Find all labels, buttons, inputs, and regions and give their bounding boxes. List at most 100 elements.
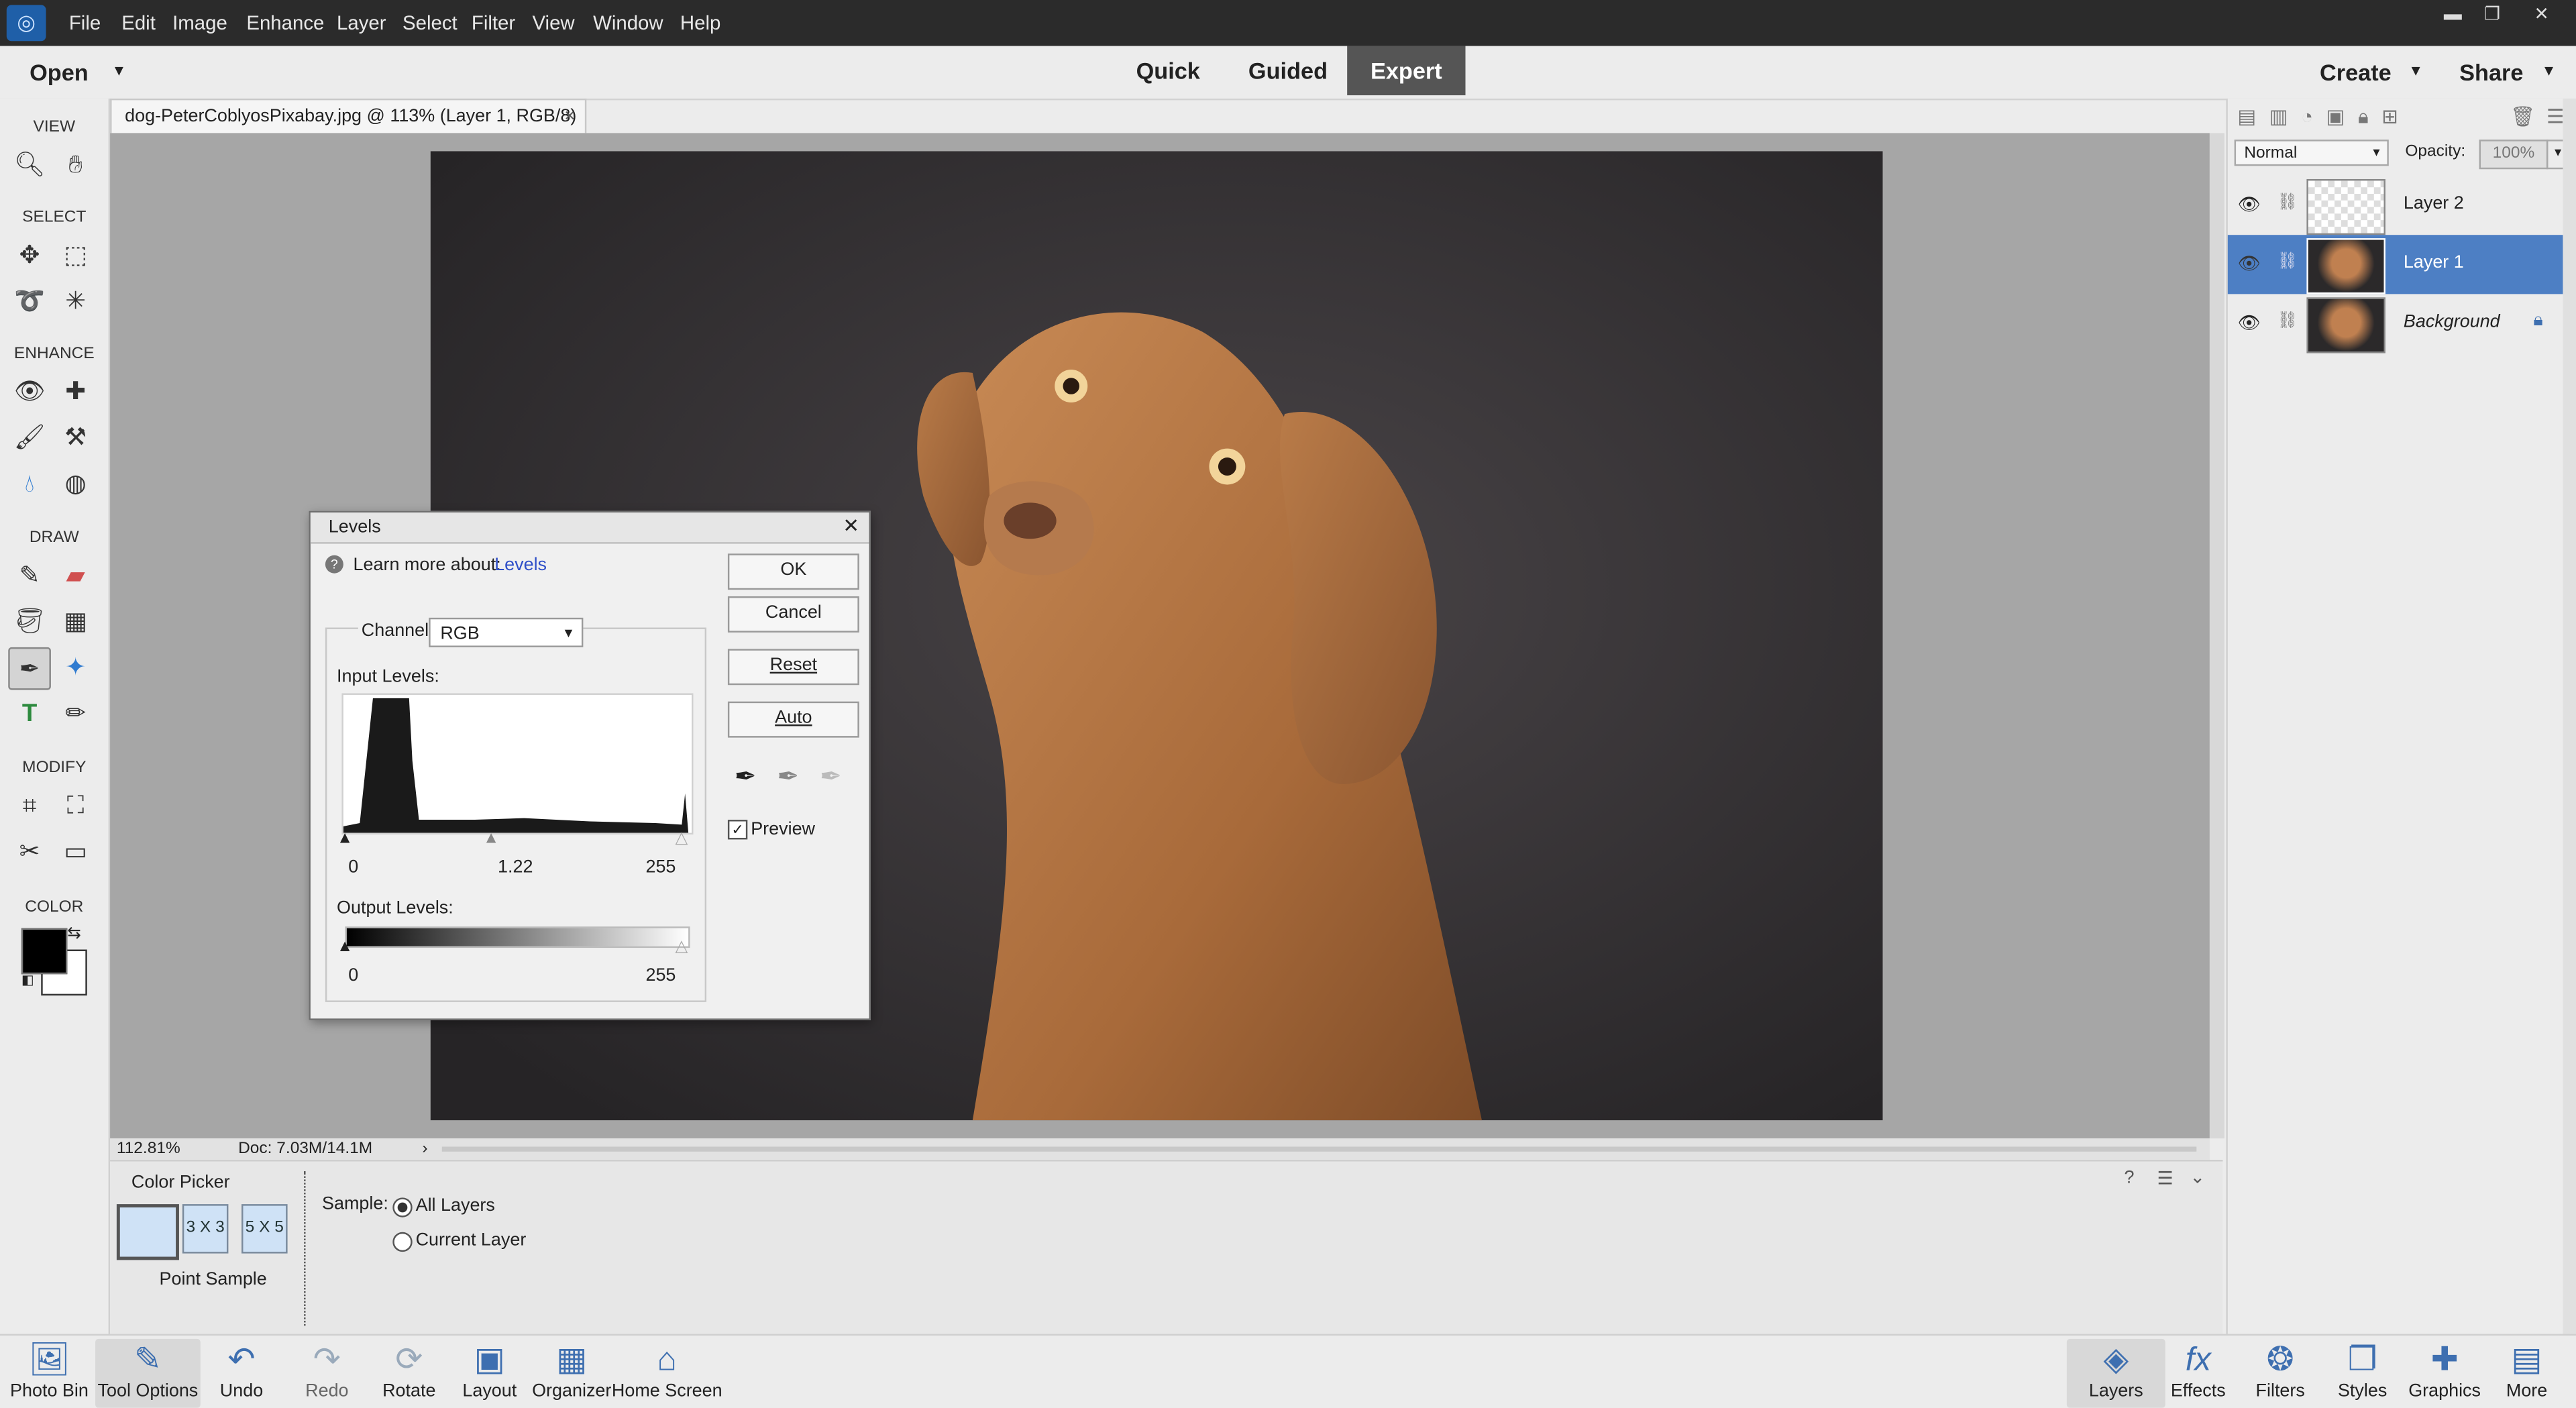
- link-icon[interactable]: ⛓︎: [2277, 194, 2298, 212]
- horizontal-scrollbar[interactable]: [441, 1146, 2197, 1152]
- chevron-down-icon[interactable]: ▼: [2542, 62, 2557, 78]
- layer-row-layer-2[interactable]: 👁︎ ⛓︎ Layer 2: [2228, 176, 2565, 235]
- brush-tool-icon[interactable]: ✎: [10, 555, 50, 595]
- auto-button[interactable]: Auto: [727, 701, 859, 738]
- crop-tool-icon[interactable]: ⌗: [10, 786, 50, 825]
- sponge-tool-icon[interactable]: ◍: [56, 464, 95, 503]
- panel-menu-icon[interactable]: ☰: [2546, 105, 2564, 128]
- output-black-value[interactable]: 0: [348, 966, 358, 985]
- menu-edit[interactable]: Edit: [121, 11, 156, 34]
- red-eye-tool-icon[interactable]: 👁︎: [10, 371, 50, 411]
- lasso-tool-icon[interactable]: ➰: [10, 281, 50, 321]
- gray-eyedropper-icon[interactable]: ✒: [777, 761, 799, 794]
- ok-button[interactable]: OK: [727, 553, 859, 590]
- panel-scrollbar[interactable]: [2563, 98, 2576, 1334]
- sample-3x3-button[interactable]: 3 X 3: [182, 1204, 229, 1254]
- sample-5x5-button[interactable]: 5 X 5: [241, 1204, 288, 1254]
- white-eyedropper-icon[interactable]: ✒: [820, 761, 842, 794]
- output-black-slider[interactable]: ▲: [337, 938, 353, 956]
- type-tool-icon[interactable]: T: [10, 693, 50, 733]
- marquee-tool-icon[interactable]: ⬚: [56, 235, 95, 274]
- menu-help[interactable]: Help: [680, 11, 720, 34]
- recompose-tool-icon[interactable]: ⛶: [56, 786, 95, 825]
- eyedropper-tool-icon[interactable]: ✒: [8, 647, 51, 690]
- content-aware-move-icon[interactable]: ✂︎: [10, 831, 50, 871]
- move-tool-icon[interactable]: ✥: [10, 235, 50, 274]
- pencil-tool-icon[interactable]: ✏︎: [56, 693, 95, 733]
- zoom-readout[interactable]: 112.81%: [117, 1140, 180, 1158]
- minimize-icon[interactable]: ▬: [2434, 3, 2471, 26]
- input-black-value[interactable]: 0: [348, 857, 358, 877]
- menu-filter[interactable]: Filter: [472, 11, 515, 34]
- output-white-value[interactable]: 255: [645, 966, 676, 985]
- home-screen-button[interactable]: ⌂ Home Screen: [608, 1339, 726, 1408]
- foreground-color-swatch[interactable]: [21, 928, 68, 975]
- layer-row-layer-1[interactable]: 👁︎ ⛓︎ Layer 1: [2227, 235, 2565, 294]
- close-tab-icon[interactable]: ×: [564, 100, 575, 133]
- share-button[interactable]: Share: [2459, 59, 2523, 85]
- custom-shape-icon[interactable]: ✦: [56, 647, 95, 687]
- hand-tool-icon[interactable]: ✋︎: [56, 145, 95, 184]
- preview-checkbox[interactable]: ✓: [727, 820, 748, 840]
- menu-enhance[interactable]: Enhance: [246, 11, 324, 34]
- opacity-field[interactable]: 100%: [2479, 140, 2548, 170]
- blend-mode-select[interactable]: Normal ▼: [2234, 140, 2389, 166]
- clone-stamp-icon[interactable]: ⚒: [56, 417, 95, 457]
- open-button[interactable]: Open: [30, 59, 89, 85]
- create-button[interactable]: Create: [2320, 59, 2392, 85]
- options-menu-icon[interactable]: ☰: [2157, 1168, 2174, 1189]
- radio-all-layers[interactable]: [392, 1197, 413, 1217]
- status-menu-arrow[interactable]: ›: [422, 1140, 427, 1158]
- input-black-slider[interactable]: ▲: [337, 830, 353, 848]
- magic-wand-icon[interactable]: ✳: [56, 281, 95, 321]
- levels-dialog-titlebar[interactable]: Levels ✕: [310, 512, 869, 544]
- chevron-down-icon[interactable]: ▼: [2408, 62, 2423, 78]
- output-white-slider[interactable]: △: [676, 938, 688, 956]
- blur-tool-icon[interactable]: 💧︎: [10, 464, 50, 503]
- tool-options-button[interactable]: ✎ Tool Options: [95, 1338, 201, 1408]
- document-tab[interactable]: dog-PeterCoblyosPixabay.jpg @ 113% (Laye…: [110, 98, 587, 160]
- radio-current-layer[interactable]: [392, 1232, 413, 1252]
- cancel-button[interactable]: Cancel: [727, 596, 859, 633]
- straighten-tool-icon[interactable]: ▭: [56, 831, 95, 871]
- spot-healing-icon[interactable]: ✚: [56, 371, 95, 411]
- photo-bin-button[interactable]: 🖼︎ Photo Bin: [0, 1339, 99, 1408]
- undo-button[interactable]: ↶ Undo: [193, 1339, 291, 1408]
- layer-name[interactable]: Background: [2404, 312, 2500, 331]
- help-icon[interactable]: ?: [2125, 1168, 2135, 1187]
- tab-guided[interactable]: Guided: [1232, 46, 1344, 95]
- more-button[interactable]: ▤ More: [2477, 1339, 2576, 1408]
- menu-layer[interactable]: Layer: [337, 11, 386, 34]
- menu-window[interactable]: Window: [593, 11, 663, 34]
- chevron-down-icon[interactable]: ▼: [112, 62, 127, 78]
- learn-more-link[interactable]: Levels: [494, 555, 547, 575]
- tab-expert[interactable]: Expert: [1347, 46, 1466, 96]
- paint-bucket-icon[interactable]: 🪣︎: [10, 601, 50, 641]
- layer-name[interactable]: Layer 1: [2404, 253, 2464, 272]
- input-white-slider[interactable]: △: [676, 830, 688, 848]
- eye-icon[interactable]: 👁︎: [2238, 312, 2261, 333]
- link-icon[interactable]: ⛓︎: [2277, 312, 2298, 330]
- swap-colors-icon[interactable]: ⇆: [67, 925, 81, 943]
- smart-brush-icon[interactable]: 🖌︎: [10, 417, 50, 457]
- menu-select[interactable]: Select: [402, 11, 458, 34]
- menu-image[interactable]: Image: [172, 11, 227, 34]
- reset-button[interactable]: Reset: [727, 649, 859, 686]
- app-logo-icon[interactable]: ◎: [6, 5, 46, 42]
- layer-row-background[interactable]: 👁︎ ⛓︎ Background 🔒︎: [2228, 294, 2565, 354]
- vertical-scrollbar[interactable]: [2209, 133, 2224, 1139]
- collapse-icon[interactable]: ⌄: [2190, 1167, 2206, 1187]
- organizer-button[interactable]: ▦ Organizer: [523, 1339, 621, 1408]
- channel-select[interactable]: RGB ▼: [429, 617, 584, 647]
- gradient-tool-icon[interactable]: ▦: [56, 601, 95, 641]
- input-gamma-slider[interactable]: ▲: [483, 830, 499, 848]
- input-white-value[interactable]: 255: [645, 857, 676, 877]
- close-dialog-icon[interactable]: ✕: [843, 515, 859, 537]
- menu-view[interactable]: View: [532, 11, 574, 34]
- lock-icon[interactable]: 🔒︎: [2533, 311, 2542, 332]
- zoom-tool-icon[interactable]: 🔍︎: [10, 145, 50, 184]
- eraser-tool-icon[interactable]: ▰: [56, 555, 95, 595]
- delete-layer-icon[interactable]: 🗑︎: [2510, 105, 2535, 128]
- layer-toolbar-icons[interactable]: ▤▥◔▣🔒︎⊞: [2238, 105, 2412, 130]
- eye-icon[interactable]: 👁︎: [2238, 194, 2261, 215]
